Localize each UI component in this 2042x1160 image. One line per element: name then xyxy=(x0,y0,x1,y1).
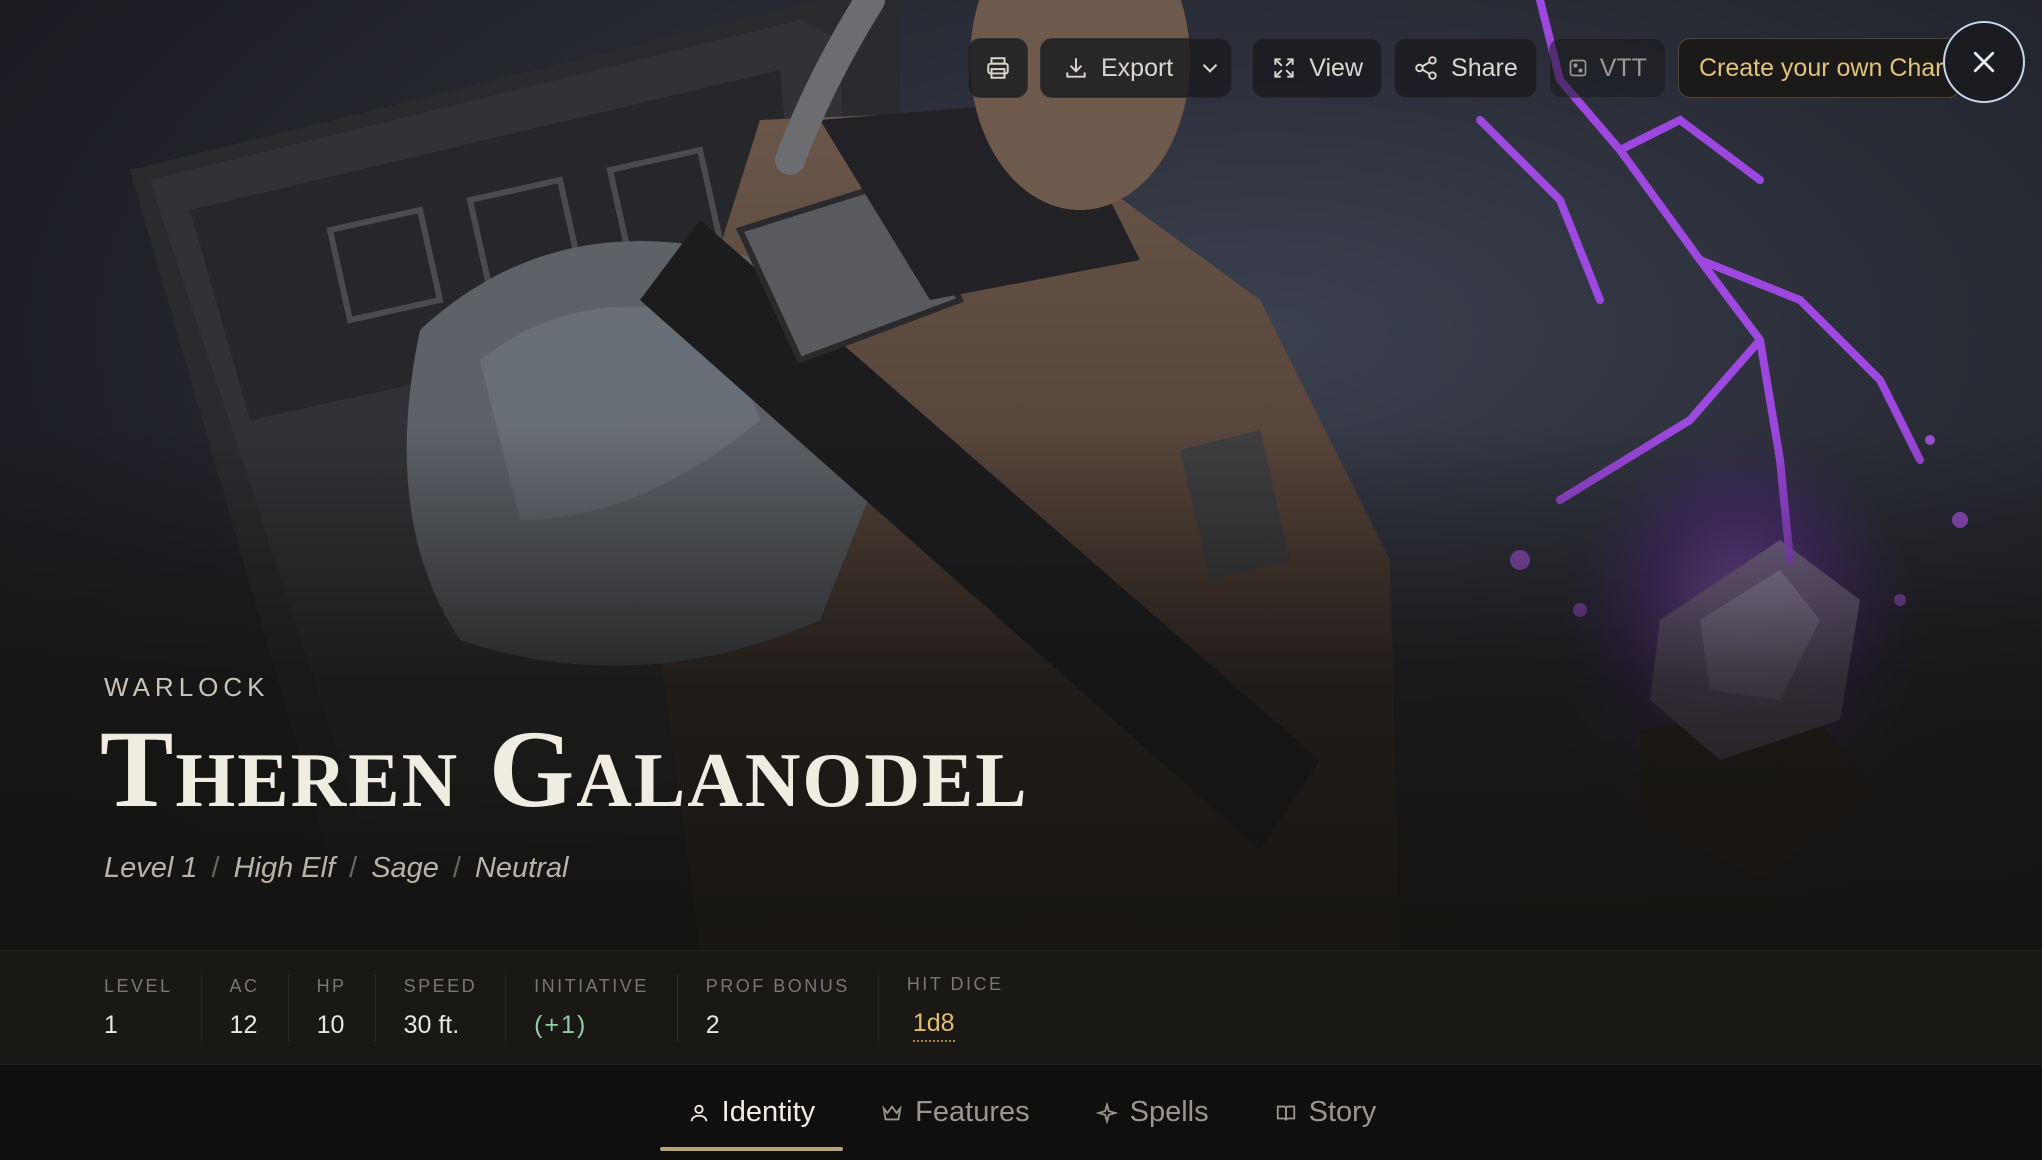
tab-spells[interactable]: Spells xyxy=(1068,1065,1237,1160)
tab-label: Story xyxy=(1308,1096,1377,1128)
subline-separator: / xyxy=(452,852,461,884)
stat-value: 10 xyxy=(316,1010,345,1039)
expand-icon xyxy=(1271,55,1297,81)
stat-prof-bonus: PROF BONUS 2 xyxy=(705,974,879,1041)
crown-icon xyxy=(881,1102,903,1124)
sparkle-icon xyxy=(1095,1101,1118,1124)
hit-dice-value[interactable]: 1d8 xyxy=(912,1009,955,1042)
subline-race: High Elf xyxy=(233,852,336,884)
stat-label: SPEED xyxy=(403,975,478,996)
tab-label: Spells xyxy=(1129,1096,1209,1128)
subline-separator: / xyxy=(211,852,220,884)
view-button[interactable]: View xyxy=(1252,38,1383,98)
stat-hit-dice: HIT DICE 1d8 xyxy=(906,973,1032,1042)
character-subline: Level 1 / High Elf / Sage / Neutral xyxy=(104,852,568,885)
stat-label: INITIATIVE xyxy=(534,975,649,996)
subline-separator: / xyxy=(349,852,358,884)
print-button[interactable] xyxy=(968,38,1028,98)
subline-level: Level 1 xyxy=(104,852,198,884)
vtt-button[interactable]: VTT xyxy=(1548,38,1666,98)
vtt-label: VTT xyxy=(1599,53,1647,82)
stat-hp: HP 10 xyxy=(316,974,376,1041)
stat-label: HP xyxy=(316,975,347,996)
stat-level: LEVEL 1 xyxy=(104,974,202,1041)
dice-icon xyxy=(1568,58,1588,78)
tab-label: Identity xyxy=(721,1096,816,1128)
tab-label: Features xyxy=(915,1096,1030,1128)
stat-value: 2 xyxy=(705,1010,720,1039)
download-icon xyxy=(1063,55,1089,81)
export-button[interactable]: Export xyxy=(1045,38,1191,98)
book-icon xyxy=(1275,1102,1297,1124)
close-icon xyxy=(1969,47,1999,77)
stats-bar: LEVEL 1 AC 12 HP 10 SPEED 30 ft. INITIAT… xyxy=(0,950,2042,1064)
chevron-down-icon[interactable] xyxy=(1197,55,1223,81)
section-tabs: Identity Features Spells Story xyxy=(0,1064,2042,1160)
stat-label: PROF BONUS xyxy=(705,975,850,996)
character-class: WARLOCK xyxy=(104,672,270,702)
create-character-label: Create your own Character xyxy=(1698,53,1959,82)
character-name: Theren Galanodel xyxy=(100,708,1029,830)
top-toolbar: Export View Share VTT Create your own Ch… xyxy=(968,32,1960,104)
stat-speed: SPEED 30 ft. xyxy=(403,974,507,1041)
create-character-button[interactable]: Create your own Character xyxy=(1677,38,1960,98)
stat-value: 30 ft. xyxy=(403,1010,460,1039)
share-icon xyxy=(1413,55,1439,81)
subline-background: Sage xyxy=(371,852,439,884)
export-group: Export xyxy=(1040,38,1233,98)
stat-value: 1 xyxy=(104,1010,118,1039)
stat-label: HIT DICE xyxy=(906,973,1004,994)
person-icon xyxy=(688,1102,710,1124)
stat-value: (+1) xyxy=(534,1010,588,1039)
tab-identity[interactable]: Identity xyxy=(659,1065,844,1160)
printer-icon xyxy=(985,55,1011,81)
tab-features[interactable]: Features xyxy=(853,1065,1057,1160)
share-button[interactable]: Share xyxy=(1394,38,1537,98)
stat-initiative: INITIATIVE (+1) xyxy=(534,974,678,1041)
export-label: Export xyxy=(1101,53,1174,82)
view-label: View xyxy=(1309,53,1364,82)
stat-label: LEVEL xyxy=(104,975,173,996)
share-label: Share xyxy=(1451,53,1518,82)
close-button[interactable] xyxy=(1943,21,2025,103)
stat-label: AC xyxy=(229,975,260,996)
tab-story[interactable]: Story xyxy=(1247,1065,1405,1160)
stat-value: 12 xyxy=(229,1010,258,1039)
stat-ac: AC 12 xyxy=(229,974,289,1041)
subline-alignment: Neutral xyxy=(474,852,569,884)
